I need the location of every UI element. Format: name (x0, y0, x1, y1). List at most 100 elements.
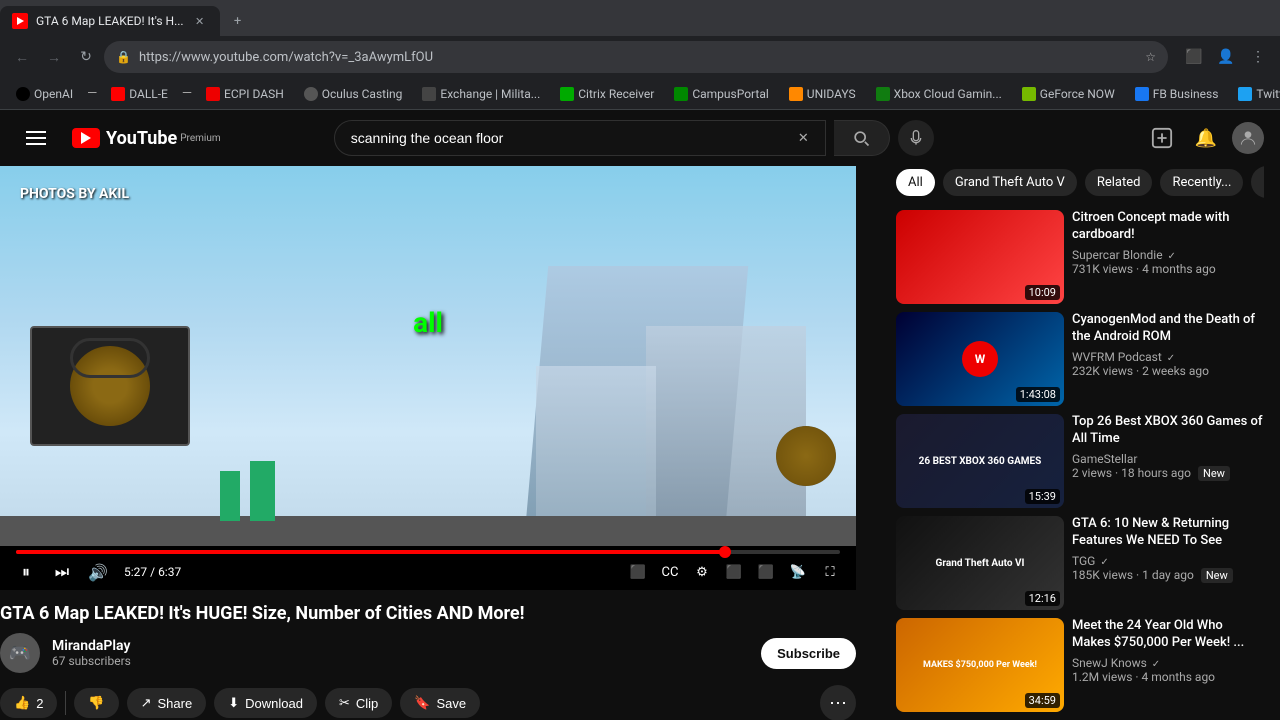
fullscreen-button[interactable]: ⛶ (816, 558, 844, 586)
channel-avatar[interactable]: 🎮 (0, 633, 40, 673)
clip-label: Clip (356, 696, 378, 711)
pill-recently[interactable]: Recently... (1160, 169, 1243, 196)
address-bar[interactable]: 🔒 https://www.youtube.com/watch?v=_3aAwy… (104, 41, 1168, 73)
pill-all[interactable]: All (896, 169, 935, 196)
youtube-premium-label: Premium (180, 133, 220, 144)
progress-bar[interactable] (16, 550, 840, 554)
clip-button[interactable]: ✂ Clip (325, 688, 392, 718)
subscribe-button[interactable]: Subscribe (761, 638, 856, 669)
bookmark-dalle[interactable]: DALL-E (103, 84, 176, 104)
search-clear-icon[interactable]: ✕ (798, 131, 809, 146)
search-input[interactable] (351, 130, 798, 146)
bookmark-star-icon[interactable]: ☆ (1145, 50, 1156, 64)
bookmark-campus[interactable]: CampusPortal (666, 84, 776, 104)
bookmark-ecpi[interactable]: ECPI DASH (198, 84, 292, 104)
youtube-logo[interactable]: YouTube Premium (72, 128, 221, 149)
save-button[interactable]: 🔖 Save (400, 688, 480, 718)
settings-button[interactable]: ⚙ (688, 558, 716, 586)
lock-icon: 🔒 (116, 50, 131, 64)
video-player[interactable]: PHOTOS BY AKIL all (0, 166, 856, 546)
refresh-button[interactable]: ↻ (72, 43, 100, 71)
channel-avatar-icon: 🎮 (9, 643, 31, 664)
user-avatar[interactable] (1232, 122, 1264, 154)
related-duration-1: 10:09 (1025, 285, 1060, 300)
share-icon: ↗ (141, 695, 152, 711)
forward-button[interactable]: → (40, 43, 68, 71)
related-meta-3: 2 views · 18 hours ago New (1072, 466, 1264, 480)
pill-gta[interactable]: Grand Theft Auto V (943, 169, 1077, 196)
bookmark-xbox[interactable]: Xbox Cloud Gamin... (868, 84, 1010, 104)
bookmark-citrix[interactable]: Citrix Receiver (552, 84, 662, 104)
more-actions-button[interactable]: ⋯ (820, 685, 856, 720)
related-thumbnail-3: 26 BEST XBOX 360 GAMES 15:39 (896, 414, 1064, 508)
sidebar: All Grand Theft Auto V Related Recently.… (880, 166, 1280, 720)
browser-menu-button[interactable]: ⋮ (1244, 43, 1272, 71)
volume-button[interactable]: 🔊 (84, 558, 112, 586)
active-tab[interactable]: GTA 6 Map LEAKED! It's H... ✕ (0, 6, 220, 36)
bookmark-separator: — (87, 86, 97, 101)
voice-search-button[interactable] (898, 120, 934, 156)
bookmark-geforce[interactable]: GeForce NOW (1014, 84, 1123, 104)
related-video-3[interactable]: 26 BEST XBOX 360 GAMES 15:39 Top 26 Best… (896, 414, 1264, 508)
related-channel-1: Supercar Blondie ✓ (1072, 248, 1264, 262)
subtitles-button[interactable]: CC (656, 558, 684, 586)
bookmark-favicon-dalle (111, 87, 125, 101)
category-pills: All Grand Theft Auto V Related Recently.… (896, 166, 1264, 198)
browser-actions: ⬛ 👤 ⋮ (1180, 43, 1272, 71)
related-video-2[interactable]: W 1:43:08 CyanogenMod and the Death of t… (896, 312, 1264, 406)
bookmark-fb[interactable]: FB Business (1127, 84, 1227, 104)
related-thumbnail-2: W 1:43:08 (896, 312, 1064, 406)
related-video-1[interactable]: 10:09 Citroen Concept made with cardboar… (896, 210, 1264, 304)
video-section: PHOTOS BY AKIL all (0, 166, 880, 720)
channel-subscribers: 67 subscribers (52, 654, 749, 668)
dislike-button[interactable]: 👎 (74, 688, 118, 718)
pill-related[interactable]: Related (1085, 169, 1153, 196)
video-controls: ⏸ ⏭ 🔊 5:27 / 6:37 ⬛ CC ⚙ (0, 554, 856, 590)
download-icon: ⬇ (228, 695, 239, 711)
related-meta-1: 731K views · 4 months ago (1072, 262, 1264, 276)
bookmark-twitter1[interactable]: Twitter (1230, 84, 1280, 104)
bookmark-exchange[interactable]: Exchange | Milita... (414, 84, 548, 104)
related-video-5[interactable]: MAKES $750,000 Per Week! 34:59 Meet the … (896, 618, 1264, 712)
theater-button[interactable]: ⬛ (752, 558, 780, 586)
facecam-headset (70, 338, 150, 378)
thumbnail-text-3: 26 BEST XBOX 360 GAMES (915, 452, 1046, 471)
search-bar[interactable]: ✕ (334, 120, 826, 156)
related-meta-2: 232K views · 2 weeks ago (1072, 364, 1264, 378)
extensions-button[interactable]: ⬛ (1180, 43, 1208, 71)
share-button[interactable]: ↗ Share (127, 688, 207, 718)
next-button[interactable]: ⏭ (48, 558, 76, 586)
like-dislike-divider (65, 691, 66, 715)
pills-next-button[interactable]: › (1251, 166, 1264, 198)
cast-button[interactable]: 📡 (784, 558, 812, 586)
like-button[interactable]: 👍 2 (0, 688, 57, 718)
new-tab-button[interactable]: + (224, 7, 252, 35)
related-videos-list: 10:09 Citroen Concept made with cardboar… (896, 210, 1264, 720)
related-video-4[interactable]: Grand Theft Auto VI 12:16 GTA 6: 10 New … (896, 516, 1264, 610)
related-title-5: Meet the 24 Year Old Who Makes $750,000 … (1072, 618, 1264, 652)
search-button[interactable] (834, 120, 890, 156)
create-button[interactable] (1144, 120, 1180, 156)
related-title-2: CyanogenMod and the Death of the Android… (1072, 312, 1264, 346)
video-info: GTA 6 Map LEAKED! It's HUGE! Size, Numbe… (0, 590, 856, 720)
download-button[interactable]: ⬇ Download (214, 688, 317, 718)
related-channel-4: TGG ✓ (1072, 554, 1264, 568)
notifications-button[interactable]: 🔔 (1188, 120, 1224, 156)
related-thumbnail-4: Grand Theft Auto VI 12:16 (896, 516, 1064, 610)
chapters-button[interactable]: ⬛ (624, 558, 652, 586)
miniplayer-button[interactable]: ⬛ (720, 558, 748, 586)
pause-button[interactable]: ⏸ (12, 558, 40, 586)
menu-button[interactable] (16, 118, 56, 158)
back-button[interactable]: ← (8, 43, 36, 71)
related-duration-2: 1:43:08 (1016, 387, 1060, 402)
bookmark-favicon-openai (16, 87, 30, 101)
profile-button[interactable]: 👤 (1212, 43, 1240, 71)
bookmark-unidays[interactable]: UNIDAYS (781, 84, 864, 104)
video-end-card[interactable] (776, 426, 836, 486)
bookmarks-bar: OpenAI — DALL-E — ECPI DASH Oculus Casti… (0, 78, 1280, 110)
tab-close-button[interactable]: ✕ (192, 13, 208, 29)
related-title-3: Top 26 Best XBOX 360 Games of All Time (1072, 414, 1264, 448)
bookmark-oculus[interactable]: Oculus Casting (296, 84, 411, 104)
bookmark-openai[interactable]: OpenAI (8, 84, 81, 104)
related-info-1: Citroen Concept made with cardboard! Sup… (1072, 210, 1264, 304)
